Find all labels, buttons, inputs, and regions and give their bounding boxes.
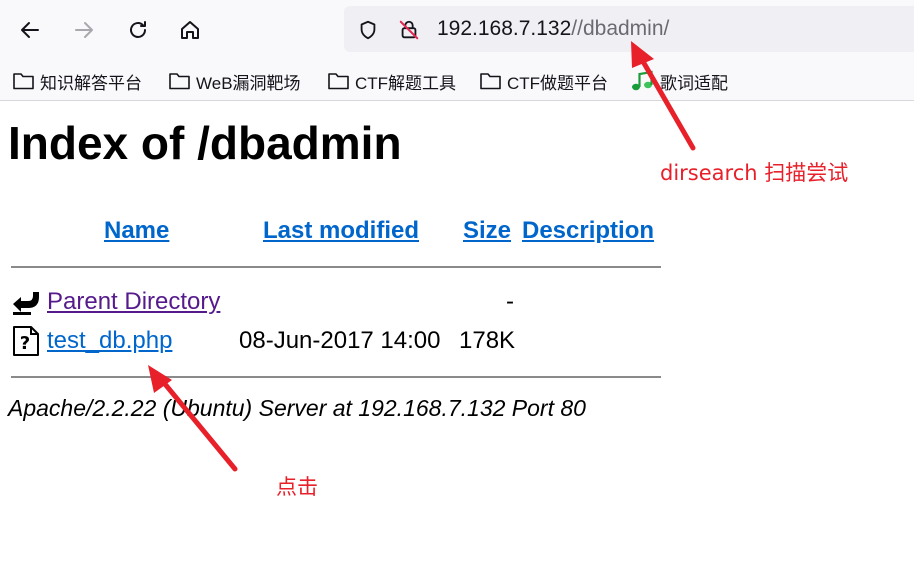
parent-directory-link[interactable]: Parent Directory [47,288,220,316]
column-header-name[interactable]: Name [104,217,169,245]
server-signature: Apache/2.2.22 (Ubuntu) Server at 192.168… [8,395,586,421]
back-folder-icon [13,292,39,315]
url-bar[interactable]: 192.168.7.132//dbadmin/ [344,6,914,52]
bookmark-label: CTF解题工具 [355,73,457,93]
bookmark-item[interactable]: CTF做题平台 [479,69,608,93]
bookmark-label: 歌词适配 [660,73,728,93]
column-header-size[interactable]: Size [463,217,511,245]
annotation-click: 点击 [276,475,318,499]
browser-toolbar: 192.168.7.132//dbadmin/ [0,0,914,60]
folder-icon [13,73,34,90]
bookmark-label: 知识解答平台 [40,73,142,93]
row-last-modified: 08-Jun-2017 14:00 [239,327,441,354]
row-size: - [506,288,514,315]
folder-icon [328,73,349,90]
row-size: 178K [459,327,516,354]
bookmark-label: WeB漏洞靶场 [196,73,301,93]
url-host: 192.168.7.132 [437,17,572,40]
back-icon [21,22,39,38]
test-db-php-link[interactable]: test_db.php [47,327,172,355]
music-note-icon [632,70,653,91]
divider [11,266,661,268]
bookmark-item[interactable]: 歌词适配 [630,69,728,93]
url-path: //dbadmin/ [571,17,670,40]
bookmark-label: CTF做题平台 [507,73,609,93]
home-button[interactable] [172,12,208,48]
folder-icon [480,73,501,90]
insecure-lock-icon[interactable] [398,19,420,41]
shield-icon[interactable] [357,19,379,41]
forward-button[interactable] [66,12,102,48]
unknown-file-icon: ? [13,326,39,356]
reload-button[interactable] [120,12,156,48]
bookmark-item[interactable]: CTF解题工具 [327,69,456,93]
bookmark-item[interactable]: 知识解答平台 [12,69,142,93]
reload-icon [130,21,146,38]
page-title: Index of /dbadmin [8,117,402,169]
forward-icon [75,22,93,38]
divider [11,376,661,378]
folder-icon [169,73,190,90]
home-icon [181,21,199,39]
bookmark-item[interactable]: WeB漏洞靶场 [168,69,301,93]
column-header-description[interactable]: Description [522,217,654,245]
annotation-dirsearch: dirsearch 扫描尝试 [660,161,849,185]
svg-text:?: ? [20,333,30,354]
bookmarks-bar: 知识解答平台 WeB漏洞靶场 CTF解题工具 CTF做题平台 歌词适配 [0,60,914,101]
back-button[interactable] [12,12,48,48]
column-header-last-modified[interactable]: Last modified [263,217,419,245]
url-text[interactable]: 192.168.7.132//dbadmin/ [437,17,669,41]
